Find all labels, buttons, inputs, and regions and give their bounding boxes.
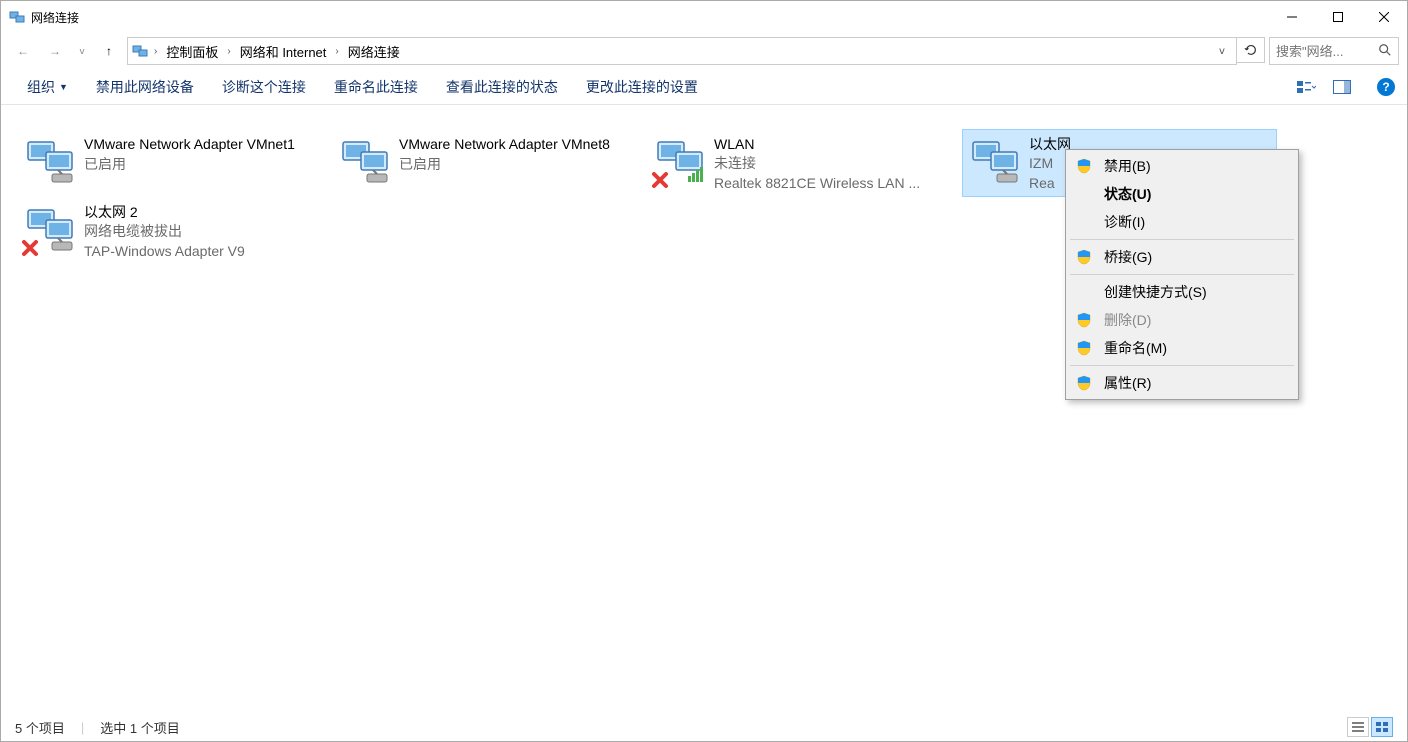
connection-item[interactable]: WLAN未连接Realtek 8821CE Wireless LAN ...: [647, 129, 962, 197]
diagnose-button[interactable]: 诊断这个连接: [208, 71, 320, 103]
recent-dropdown[interactable]: ⅴ: [73, 37, 91, 65]
search-input[interactable]: [1276, 44, 1372, 59]
disable-device-button[interactable]: 禁用此网络设备: [82, 71, 208, 103]
connection-status: 未连接: [714, 153, 920, 173]
organize-menu[interactable]: 组织 ▼: [13, 71, 82, 103]
breadcrumb-item[interactable]: 网络和 Internet: [237, 42, 330, 61]
network-adapter-icon: [22, 134, 78, 190]
close-button[interactable]: [1361, 1, 1407, 33]
breadcrumb-sep: ›: [333, 46, 340, 57]
context-menu: 禁用(B) 状态(U) 诊断(I) 桥接(G) 创建快捷方式(S) 删除(D) 重命名(M)…: [1065, 149, 1299, 400]
context-menu-item[interactable]: 属性(R): [1068, 369, 1296, 397]
connection-name: VMware Network Adapter VMnet8: [399, 134, 610, 154]
context-menu-separator: [1070, 274, 1294, 275]
help-button[interactable]: ?: [1377, 78, 1395, 96]
details-view-button[interactable]: [1347, 717, 1369, 737]
app-icon: [9, 9, 25, 25]
address-dropdown[interactable]: ⅴ: [1212, 46, 1232, 57]
connection-status: 网络电缆被拔出: [84, 221, 245, 241]
connection-name: WLAN: [714, 134, 920, 153]
titlebar: 网络连接: [1, 1, 1407, 33]
uac-shield-icon: [1076, 249, 1092, 265]
uac-shield-icon: [1076, 158, 1092, 174]
context-menu-item[interactable]: 诊断(I): [1068, 208, 1296, 236]
breadcrumb-item[interactable]: 控制面板: [163, 42, 221, 61]
status-bar: 5 个项目 | 选中 1 个项目: [1, 713, 1407, 741]
connection-item[interactable]: VMware Network Adapter VMnet8已启用: [332, 129, 647, 197]
selection-count: 选中 1 个项目: [100, 718, 179, 737]
disconnected-overlay-icon: [22, 240, 40, 258]
maximize-button[interactable]: [1315, 1, 1361, 33]
context-menu-item[interactable]: 状态(U): [1068, 180, 1296, 208]
chevron-down-icon: ▼: [59, 82, 68, 92]
organize-label: 组织: [27, 77, 55, 97]
connection-status: 已启用: [84, 154, 295, 174]
context-menu-label: 删除(D): [1104, 310, 1151, 330]
network-adapter-icon: [22, 202, 78, 258]
refresh-button[interactable]: [1237, 37, 1265, 63]
icons-view-button[interactable]: [1371, 717, 1393, 737]
item-count: 5 个项目: [15, 718, 65, 737]
connection-status: 已启用: [399, 154, 610, 174]
context-menu-item[interactable]: 重命名(M): [1068, 334, 1296, 362]
context-menu-label: 禁用(B): [1104, 156, 1151, 176]
context-menu-item: 删除(D): [1068, 306, 1296, 334]
connection-name: VMware Network Adapter VMnet1: [84, 134, 295, 154]
breadcrumb-sep: ›: [152, 46, 159, 57]
uac-shield-icon: [1076, 312, 1092, 328]
context-menu-separator: [1070, 239, 1294, 240]
context-menu-item[interactable]: 创建快捷方式(S): [1068, 278, 1296, 306]
view-status-button[interactable]: 查看此连接的状态: [432, 71, 572, 103]
connection-device: TAP-Windows Adapter V9: [84, 241, 245, 260]
context-menu-separator: [1070, 365, 1294, 366]
connection-device: Realtek 8821CE Wireless LAN ...: [714, 173, 920, 192]
change-settings-button[interactable]: 更改此连接的设置: [572, 71, 712, 103]
uac-shield-icon: [1076, 340, 1092, 356]
up-button[interactable]: ↑: [95, 37, 123, 65]
connection-item[interactable]: 以太网 2网络电缆被拔出TAP-Windows Adapter V9: [17, 197, 332, 265]
context-menu-label: 桥接(G): [1104, 247, 1152, 267]
forward-button[interactable]: →: [41, 37, 69, 65]
context-menu-label: 诊断(I): [1104, 212, 1145, 232]
address-bar[interactable]: › 控制面板 › 网络和 Internet › 网络连接 ⅴ: [127, 37, 1237, 65]
breadcrumb-item[interactable]: 网络连接: [345, 42, 403, 61]
context-menu-label: 状态(U): [1104, 184, 1151, 204]
connection-item[interactable]: VMware Network Adapter VMnet1已启用: [17, 129, 332, 197]
network-adapter-icon: [337, 134, 393, 190]
context-menu-label: 创建快捷方式(S): [1104, 282, 1207, 302]
search-box[interactable]: [1269, 37, 1399, 65]
rename-button[interactable]: 重命名此连接: [320, 71, 432, 103]
command-bar: 组织 ▼ 禁用此网络设备 诊断这个连接 重命名此连接 查看此连接的状态 更改此连接…: [1, 69, 1407, 105]
context-menu-label: 属性(R): [1104, 373, 1151, 393]
wlan-adapter-icon: [652, 134, 708, 190]
nav-row: ← → ⅴ ↑ › 控制面板 › 网络和 Internet › 网络连接 ⅴ: [1, 33, 1407, 69]
network-adapter-icon: [967, 134, 1023, 190]
window-title: 网络连接: [31, 9, 79, 26]
context-menu-item[interactable]: 禁用(B): [1068, 152, 1296, 180]
context-menu-label: 重命名(M): [1104, 338, 1167, 358]
connection-name: 以太网 2: [84, 202, 245, 221]
uac-shield-icon: [1076, 375, 1092, 391]
preview-pane-button[interactable]: [1327, 72, 1357, 102]
back-button[interactable]: ←: [9, 37, 37, 65]
view-options-button[interactable]: [1291, 72, 1321, 102]
breadcrumb-sep: ›: [225, 46, 232, 57]
disconnected-overlay-icon: [652, 172, 670, 190]
context-menu-item[interactable]: 桥接(G): [1068, 243, 1296, 271]
minimize-button[interactable]: [1269, 1, 1315, 33]
search-icon[interactable]: [1378, 43, 1392, 60]
location-icon: [132, 43, 148, 59]
